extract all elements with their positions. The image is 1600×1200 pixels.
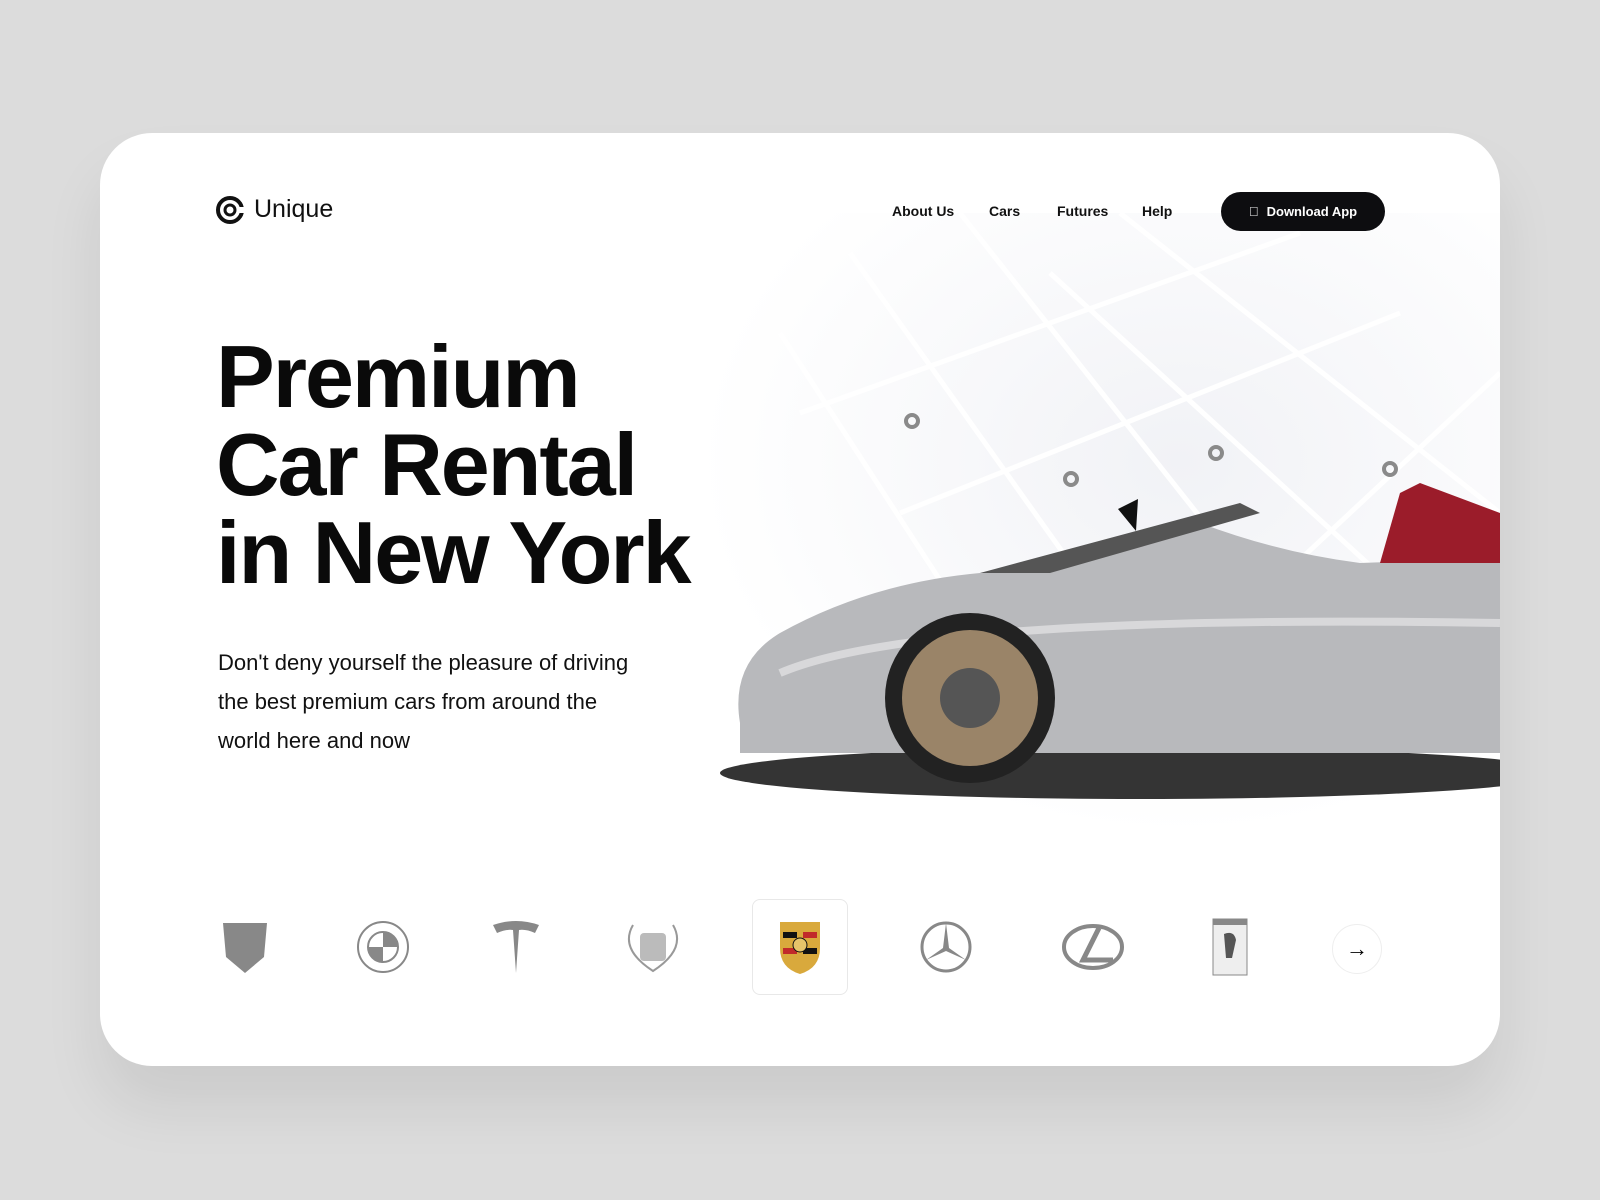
brand-lamborghini[interactable] — [197, 899, 293, 995]
landing-card: Unique About Us Cars Futures Help  Down… — [100, 133, 1500, 1066]
brand-logo[interactable]: Unique — [216, 195, 333, 224]
car-image — [720, 483, 1500, 799]
download-app-button[interactable]:  Download App — [1221, 192, 1385, 231]
nav-about-us[interactable]: About Us — [892, 203, 954, 219]
next-brands-button[interactable]: → — [1332, 924, 1382, 974]
hero-title: Premium Car Rental in New York — [216, 327, 692, 602]
nav-cars[interactable]: Cars — [989, 203, 1020, 219]
brand-ferrari[interactable] — [1182, 899, 1278, 995]
brand-lexus[interactable] — [1045, 899, 1141, 995]
brand-porsche[interactable] — [752, 899, 848, 995]
brand-tesla[interactable] — [468, 899, 564, 995]
nav-futures[interactable]: Futures — [1057, 203, 1108, 219]
hero-subtitle: Don't deny yourself the pleasure of driv… — [218, 650, 629, 753]
arrow-right-icon: → — [1346, 936, 1368, 961]
logo-icon — [216, 195, 244, 224]
nav-help[interactable]: Help — [1142, 203, 1172, 219]
apple-icon:  — [1249, 204, 1259, 219]
brand-bmw[interactable] — [335, 899, 431, 995]
brand-mercedes[interactable] — [898, 899, 994, 995]
brand-cadillac[interactable] — [605, 899, 701, 995]
brand-name: Unique — [254, 195, 334, 223]
